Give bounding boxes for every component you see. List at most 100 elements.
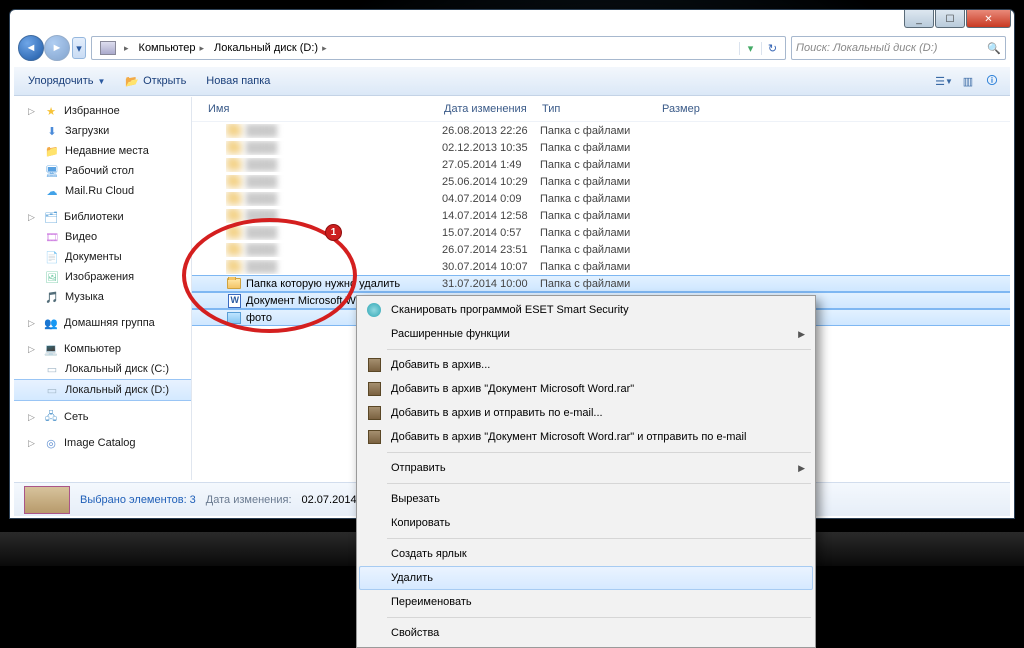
file-row[interactable]: ████30.07.2014 10:07Папка с файлами <box>192 258 1010 275</box>
ctx-scan-eset[interactable]: Сканировать программой ESET Smart Securi… <box>359 298 813 322</box>
column-headers[interactable]: Имя Дата изменения Тип Размер <box>192 97 1010 122</box>
rar-icon <box>368 358 381 372</box>
file-type: Папка с файлами <box>540 244 660 256</box>
ctx-separator <box>387 538 811 539</box>
nav-tree[interactable]: ▷★Избранное ⬇Загрузки 📁Недавние места 🖥Р… <box>14 97 192 480</box>
new-folder-button[interactable]: Новая папка <box>198 72 278 90</box>
rar-icon <box>368 406 381 420</box>
file-row[interactable]: ████02.12.2013 10:35Папка с файлами <box>192 139 1010 156</box>
organize-button[interactable]: Упорядочить▼ <box>20 72 113 90</box>
submenu-arrow-icon: ▶ <box>798 463 805 474</box>
file-row[interactable]: ████04.07.2014 0:09Папка с файлами <box>192 190 1010 207</box>
tree-desktop[interactable]: 🖥Рабочий стол <box>14 161 191 181</box>
col-size[interactable]: Размер <box>662 103 742 115</box>
tree-drive-d[interactable]: ▭Локальный диск (D:) <box>14 379 191 401</box>
tree-libraries[interactable]: ▷🗂Библиотеки <box>14 207 191 227</box>
history-dropdown[interactable]: ▾ <box>72 37 86 59</box>
libraries-icon: 🗂 <box>43 209 59 225</box>
rar-icon <box>368 430 381 444</box>
file-row[interactable]: ████26.08.2013 22:26Папка с файлами <box>192 122 1010 139</box>
ctx-separator <box>387 483 811 484</box>
tree-pictures[interactable]: 🖼Изображения <box>14 267 191 287</box>
catalog-icon: ◎ <box>43 435 59 451</box>
file-name: Документ Microsoft Word <box>246 295 372 307</box>
refresh-button[interactable]: ↻ <box>761 42 783 55</box>
drive-icon: ▭ <box>44 382 60 398</box>
col-type[interactable]: Тип <box>542 103 662 115</box>
folder-icon <box>227 159 241 170</box>
file-date: 14.07.2014 12:58 <box>442 210 540 222</box>
submenu-arrow-icon: ▶ <box>798 329 805 340</box>
eset-icon <box>367 303 381 317</box>
file-type: Папка с файлами <box>540 278 660 290</box>
tree-imagecat[interactable]: ▷◎Image Catalog <box>14 433 191 453</box>
file-name: ████ <box>246 176 277 188</box>
file-type: Папка с файлами <box>540 210 660 222</box>
minimize-button[interactable]: _ <box>904 10 934 28</box>
tree-computer[interactable]: ▷💻Компьютер <box>14 339 191 359</box>
close-button[interactable]: ✕ <box>966 10 1011 28</box>
tree-drive-c[interactable]: ▭Локальный диск (C:) <box>14 359 191 379</box>
ctx-add-archive[interactable]: Добавить в архив... <box>359 353 813 377</box>
file-type: Папка с файлами <box>540 193 660 205</box>
ctx-archive-email[interactable]: Добавить в архив и отправить по e-mail..… <box>359 401 813 425</box>
col-date[interactable]: Дата изменения <box>444 103 542 115</box>
file-name: ████ <box>246 125 277 137</box>
addr-dropdown[interactable]: ▾ <box>739 42 761 55</box>
file-row[interactable]: ████14.07.2014 12:58Папка с файлами <box>192 207 1010 224</box>
context-menu: Сканировать программой ESET Smart Securi… <box>356 295 816 648</box>
image-icon <box>227 312 241 324</box>
tree-mailru[interactable]: ☁Mail.Ru Cloud <box>14 181 191 201</box>
file-name: ████ <box>246 142 277 154</box>
ctx-archive-named-email[interactable]: Добавить в архив "Документ Microsoft Wor… <box>359 425 813 449</box>
crumb-drive-d[interactable]: Локальный диск (D:)▸ <box>208 37 331 59</box>
file-row[interactable]: ████27.05.2014 1:49Папка с файлами <box>192 156 1010 173</box>
tree-music[interactable]: 🎵Музыка <box>14 287 191 307</box>
ctx-separator <box>387 452 811 453</box>
col-name[interactable]: Имя <box>208 103 444 115</box>
file-type: Папка с файлами <box>540 227 660 239</box>
tree-documents[interactable]: 📄Документы <box>14 247 191 267</box>
search-icon: 🔍 <box>987 42 1001 55</box>
forward-button[interactable]: ► <box>44 35 70 61</box>
tree-downloads[interactable]: ⬇Загрузки <box>14 121 191 141</box>
tree-favorites[interactable]: ▷★Избранное <box>14 101 191 121</box>
breadcrumb[interactable]: ▸ Компьютер▸ Локальный диск (D:)▸ ▾ ↻ <box>91 36 786 60</box>
crumb-computer[interactable]: Компьютер▸ <box>133 37 208 59</box>
file-name: фото <box>246 312 272 324</box>
ctx-properties[interactable]: Свойства <box>359 621 813 645</box>
tree-video[interactable]: 🎞Видео <box>14 227 191 247</box>
file-date: 26.07.2014 23:51 <box>442 244 540 256</box>
ctx-add-archive-named[interactable]: Добавить в архив "Документ Microsoft Wor… <box>359 377 813 401</box>
ctx-rename[interactable]: Переименовать <box>359 590 813 614</box>
folder-icon <box>227 244 241 255</box>
ctx-separator <box>387 617 811 618</box>
file-row[interactable]: ████26.07.2014 23:51Папка с файлами <box>192 241 1010 258</box>
star-icon: ★ <box>43 103 59 119</box>
address-row: ◄ ► ▾ ▸ Компьютер▸ Локальный диск (D:)▸ … <box>18 36 1006 60</box>
crumb-root[interactable]: ▸ <box>94 37 133 59</box>
file-row[interactable]: Папка которую нужно удалить31.07.2014 10… <box>192 275 1010 292</box>
maximize-button[interactable]: ☐ <box>935 10 965 28</box>
help-button[interactable]: 🛈 <box>980 70 1004 92</box>
ctx-delete[interactable]: Удалить <box>359 566 813 590</box>
file-type: Папка с файлами <box>540 125 660 137</box>
recent-icon: 📁 <box>44 143 60 159</box>
tree-homegroup[interactable]: ▷👥Домашняя группа <box>14 313 191 333</box>
ctx-cut[interactable]: Вырезать <box>359 487 813 511</box>
preview-pane-button[interactable]: ▥ <box>956 70 980 92</box>
back-button[interactable]: ◄ <box>18 35 44 61</box>
file-row[interactable]: ████15.07.2014 0:57Папка с файлами <box>192 224 1010 241</box>
ctx-sendto[interactable]: Отправить▶ <box>359 456 813 480</box>
ctx-shortcut[interactable]: Создать ярлык <box>359 542 813 566</box>
computer-icon <box>100 41 116 55</box>
open-button[interactable]: 📂Открыть <box>117 72 194 91</box>
tree-network[interactable]: ▷🖧Сеть <box>14 407 191 427</box>
file-row[interactable]: ████25.06.2014 10:29Папка с файлами <box>192 173 1010 190</box>
selection-count: Выбрано элементов: 3 <box>80 494 196 506</box>
view-options-button[interactable]: ☰ ▼ <box>932 70 956 92</box>
tree-recent[interactable]: 📁Недавние места <box>14 141 191 161</box>
search-input[interactable]: Поиск: Локальный диск (D:) 🔍 <box>791 36 1006 60</box>
ctx-extended[interactable]: Расширенные функции▶ <box>359 322 813 346</box>
ctx-copy[interactable]: Копировать <box>359 511 813 535</box>
